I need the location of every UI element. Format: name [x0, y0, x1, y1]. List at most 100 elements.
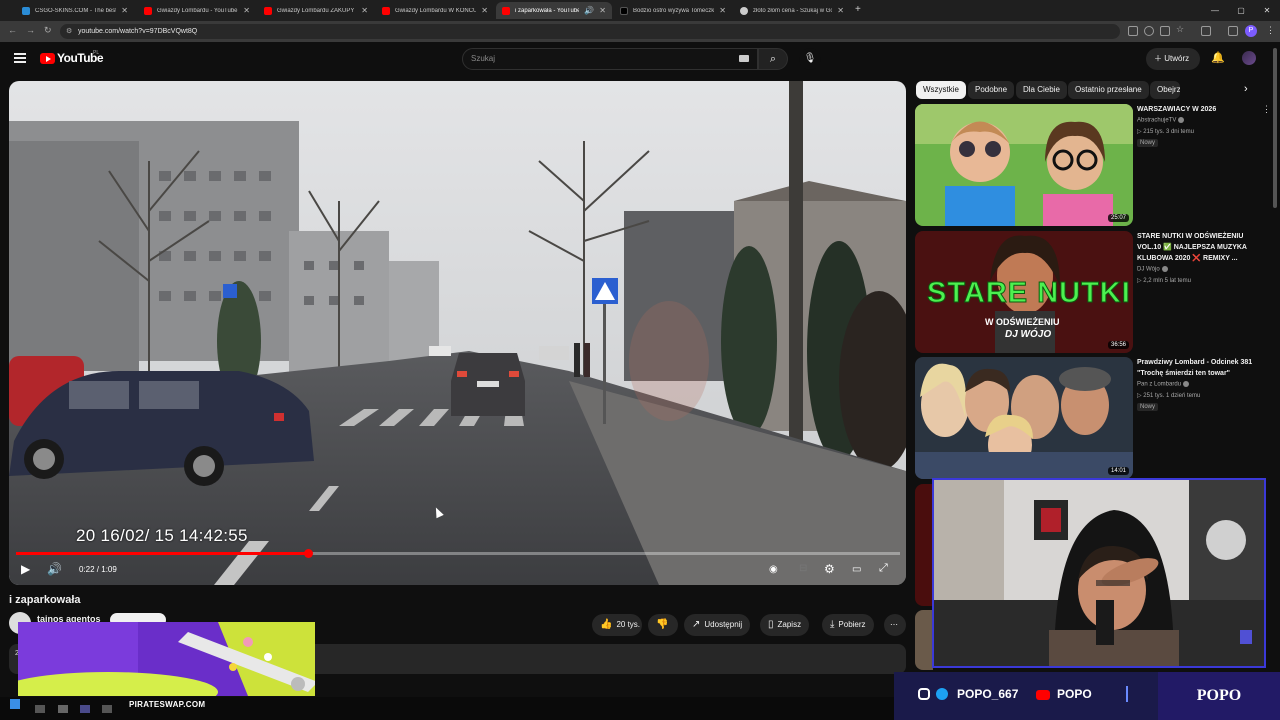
recommended-thumbnail-partial[interactable] — [915, 484, 933, 606]
search-button[interactable]: ⌕ — [758, 48, 788, 70]
recommended-thumbnail[interactable]: 25:07 — [915, 104, 1133, 226]
download-button[interactable]: ⤓ Pobierz — [822, 614, 874, 636]
autoplay-toggle-icon[interactable]: ◉ — [769, 564, 778, 575]
address-bar[interactable]: ⚙ youtube.com/watch?v=97DBcVQwt8Q — [60, 24, 1120, 39]
like-button[interactable]: 👍 20 tys. — [592, 614, 642, 636]
windows-start-icon[interactable] — [10, 699, 20, 709]
streamer-webcam — [932, 478, 1266, 668]
video-duration: 25:07 — [1107, 214, 1129, 222]
menu-kebab-icon[interactable]: ⋮ — [1266, 25, 1275, 36]
channel-text: Pan z Lombardu — [1137, 381, 1182, 388]
youtube-logo-icon[interactable] — [40, 53, 55, 64]
ad-sponsor-text[interactable]: PIRATESWAP.COM — [129, 700, 205, 709]
taskbar-app-icon[interactable] — [102, 705, 112, 713]
recommended-thumbnail-partial[interactable] — [915, 610, 933, 670]
search-icon: ⌕ — [769, 53, 777, 65]
tiktok-favicon — [620, 6, 628, 15]
taskbar-app-icon[interactable] — [58, 705, 68, 713]
play-icon[interactable]: ▶ — [21, 562, 30, 576]
close-icon[interactable]: ✕ — [481, 6, 488, 15]
chip-for-you[interactable]: Dla Ciebie — [1016, 81, 1067, 99]
translate-icon[interactable] — [1128, 26, 1138, 36]
media-icon[interactable] — [1228, 26, 1238, 36]
save-button[interactable]: ▯ Zapisz — [760, 614, 810, 636]
create-button[interactable]: ＋ Utwórz — [1146, 48, 1200, 70]
search-input[interactable]: Szukaj — [462, 48, 758, 70]
new-badge: Nowy — [1137, 139, 1159, 147]
tab-gwiazdy-lombardu-zakupy[interactable]: Gwiazdy Lombardu ZAKUPY ✕ — [258, 2, 374, 19]
chip-related[interactable]: Podobne — [968, 81, 1015, 99]
tab-i-zaparkowala[interactable]: i zaparkowała - YouTube 🔊 ✕ — [496, 2, 612, 19]
chip-watched[interactable]: Obejrz — [1150, 81, 1180, 99]
cast-icon[interactable] — [1160, 26, 1170, 36]
close-icon[interactable]: ✕ — [719, 6, 726, 15]
ad-graphic — [18, 622, 315, 696]
recommended-thumbnail[interactable]: STARE NUTKI W ODŚWIEŻENIU DJ WÓJO 36:56 — [915, 231, 1133, 353]
account-avatar[interactable] — [1242, 51, 1256, 65]
recommended-channel[interactable]: Pan z Lombardu — [1137, 381, 1190, 388]
theater-mode-icon[interactable]: ▭ — [852, 564, 861, 575]
close-window-icon[interactable]: ✕ — [1254, 0, 1280, 21]
close-icon[interactable]: ✕ — [121, 6, 128, 15]
settings-gear-icon[interactable]: ⚙ — [824, 562, 835, 576]
thumb-text-w-odswiezeniu: W ODŚWIEŻENIU — [985, 317, 1060, 327]
time-display: 0:22 / 1:09 — [79, 565, 117, 574]
page-scrollbar[interactable] — [1273, 48, 1277, 208]
tab-bodzio[interactable]: Bodzio ostro wyzywa Tomeczk ✕ — [614, 2, 732, 19]
chip-recently-uploaded[interactable]: Ostatnio przesłane — [1068, 81, 1149, 99]
close-icon[interactable]: ✕ — [361, 6, 368, 15]
forward-icon[interactable]: → — [26, 25, 35, 35]
taskbar-app-icon[interactable] — [80, 705, 90, 713]
taskbar-app-icon[interactable] — [35, 705, 45, 713]
chevron-right-icon[interactable]: › — [1244, 83, 1248, 95]
close-icon[interactable]: ✕ — [837, 6, 844, 15]
site-info-icon[interactable]: ⚙ — [66, 24, 72, 39]
video-player[interactable]: 20 16/02/ 15 14:42:55 ▶ 🔊 0:22 / 1:09 ◉ … — [9, 81, 906, 585]
notifications-bell-icon[interactable]: 🔔 — [1211, 51, 1225, 64]
youtube-header: YouTube PL Szukaj ⌕ 🎙 ＋ Utwórz 🔔 — [0, 42, 1280, 78]
minimize-icon[interactable]: — — [1202, 0, 1228, 21]
recommended-title[interactable]: WARSZAWIACY W 2026 — [1137, 104, 1267, 115]
progress-bar[interactable] — [16, 549, 900, 558]
recommended-channel[interactable]: AbstrachujeTV — [1137, 117, 1185, 124]
ad-banner-image[interactable] — [18, 622, 315, 696]
progress-scrubber[interactable] — [303, 549, 313, 558]
share-button[interactable]: ↗ Udostępnij — [684, 614, 751, 636]
recommended-meta: ▷ 2,2 mln 5 lat temu — [1137, 278, 1191, 284]
tab-csgo-skins[interactable]: CSGO-SKINS.COM - The best C ✕ — [16, 2, 134, 19]
chip-all[interactable]: Wszystkie — [916, 81, 966, 99]
fullscreen-icon[interactable]: ⤢ — [879, 562, 888, 575]
plus-icon: ＋ — [1154, 54, 1165, 63]
more-actions-button[interactable]: ⋯ — [884, 614, 906, 636]
close-icon[interactable]: ✕ — [243, 6, 250, 15]
tab-gwiazdy-lombardu[interactable]: Gwiazdy Lombardu - YouTube ✕ — [138, 2, 256, 19]
voice-search-button[interactable]: 🎙 — [799, 48, 821, 70]
recommended-title[interactable]: Prawdziwy Lombard - Odcinek 381 "Trochę … — [1137, 357, 1267, 379]
back-icon[interactable]: ← — [8, 25, 17, 35]
tab-favicon — [22, 6, 30, 15]
recommended-title[interactable]: STARE NUTKI W ODŚWIEŻENIU VOL.10 ✅ NAJLE… — [1137, 231, 1267, 264]
keyboard-icon[interactable] — [739, 55, 749, 62]
volume-icon[interactable]: 🔊 — [47, 562, 62, 576]
recommended-meta: ▷ 251 tys. 1 dzień temu — [1137, 393, 1201, 399]
recommended-thumbnail[interactable]: 14:01 — [915, 357, 1133, 479]
hamburger-menu-icon[interactable] — [14, 53, 26, 63]
new-tab-button[interactable]: + — [855, 4, 861, 15]
country-code: PL — [93, 50, 100, 56]
dislike-button[interactable]: 👎 — [648, 614, 678, 636]
close-icon[interactable]: ✕ — [599, 6, 606, 15]
bookmark-star-icon[interactable]: ☆ — [1176, 24, 1186, 34]
maximize-icon[interactable]: ▢ — [1228, 0, 1254, 21]
audio-icon[interactable]: 🔊 — [584, 6, 594, 15]
more-options-icon[interactable]: ⋮ — [1262, 104, 1271, 115]
save-label: Zapisz — [777, 620, 802, 629]
tab-zloto-zlom[interactable]: złoto złom cena - Szukaj w Goo ✕ — [734, 2, 850, 19]
meta-text: 2,2 mln 5 lat temu — [1143, 278, 1191, 284]
extensions-icon[interactable] — [1201, 26, 1211, 36]
profile-avatar[interactable]: P — [1245, 25, 1257, 37]
subtitles-icon[interactable]: ⊟ — [799, 563, 807, 574]
tab-gwiazdy-lombardu-w-koncu[interactable]: Gwiazdy Lombardu W KOŃCU ✕ — [376, 2, 494, 19]
recommended-channel[interactable]: DJ Wójo — [1137, 266, 1168, 273]
zoom-icon[interactable] — [1144, 26, 1154, 36]
reload-icon[interactable]: ↻ — [44, 25, 52, 36]
